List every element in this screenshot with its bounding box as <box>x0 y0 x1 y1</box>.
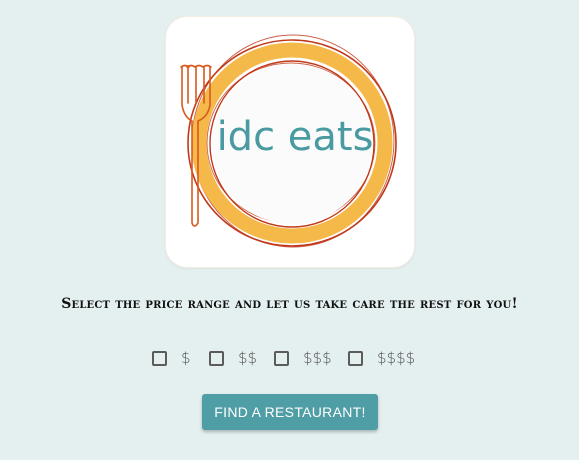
page-headline: Select the price range and let us take c… <box>61 296 518 312</box>
price-range-options: $ $$ $$$ $$$$ <box>0 346 579 370</box>
price-option-label: $$ <box>238 349 258 367</box>
logo: idc eats <box>165 16 415 268</box>
checkbox[interactable] <box>348 350 363 366</box>
price-option-label: $$$ <box>303 349 332 367</box>
checkbox[interactable] <box>209 350 224 366</box>
find-restaurant-button[interactable]: FIND A RESTAURANT! <box>202 394 378 430</box>
checkbox[interactable] <box>274 350 289 366</box>
checkbox[interactable] <box>152 350 167 366</box>
price-option-3[interactable]: $$$ <box>274 346 332 370</box>
price-option-1[interactable]: $ <box>152 346 191 370</box>
price-option-4[interactable]: $$$$ <box>348 346 415 370</box>
price-option-label: $ <box>181 349 191 367</box>
price-option-label: $$$$ <box>377 349 416 367</box>
price-option-2[interactable]: $$ <box>209 346 257 370</box>
logo-text: idc eats <box>216 114 374 160</box>
